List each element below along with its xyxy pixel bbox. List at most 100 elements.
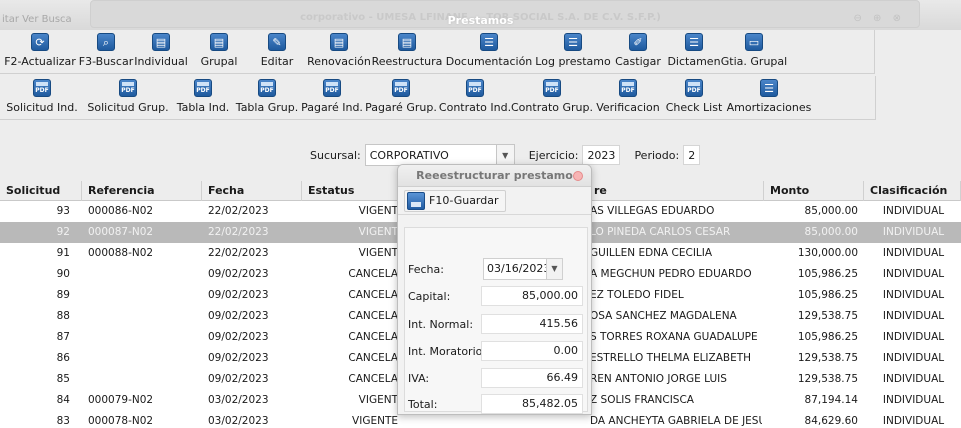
- col-estatus[interactable]: Estatus: [302, 181, 398, 201]
- col-monto[interactable]: Monto: [764, 181, 864, 201]
- int-normal-field[interactable]: 415.56: [481, 314, 583, 334]
- document-icon: ▤: [398, 33, 416, 51]
- cell-estatus: VIGENT: [358, 394, 398, 406]
- cell-referencia: 000078-N02: [88, 415, 154, 427]
- cell-estatus: CANCELA: [348, 268, 398, 280]
- cell-referencia: [88, 327, 198, 348]
- cell-fecha: 09/02/2023: [208, 310, 269, 322]
- toolbar-button-dictamen[interactable]: ☰ Dictamen: [666, 30, 722, 74]
- toolbar-button-individual[interactable]: ▤ Individual: [132, 30, 190, 74]
- cell-monto: 85,000.00: [804, 226, 858, 238]
- cell-solicitud: 86: [56, 352, 70, 364]
- chevron-down-icon[interactable]: ▼: [546, 259, 562, 279]
- cell-estatus: CANCELA: [348, 331, 398, 343]
- total-field[interactable]: 85,482.05: [481, 394, 583, 414]
- fecha-value: 03/16/2023: [487, 262, 551, 275]
- cell-nombre: S TORRES ROXANA GUADALUPE: [590, 331, 758, 343]
- list-icon: ☰: [564, 33, 582, 51]
- toolbar-button-verificacion[interactable]: PDF Verificacion: [592, 76, 664, 120]
- cell-estatus: CANCELA: [348, 289, 398, 301]
- toolbar-button-solicitud-grup[interactable]: PDF Solicitud Grup.: [84, 76, 172, 120]
- sucursal-value: CORPORATIVO: [369, 148, 449, 162]
- cell-monto: 129,538.75: [797, 310, 858, 322]
- form-row-int-normal: Int. Normal: 415.56: [405, 313, 587, 335]
- toolbar-button-log-prestamo[interactable]: ☰ Log prestamo: [535, 30, 611, 74]
- int-moratorio-field[interactable]: 0.00: [481, 341, 583, 361]
- cell-referencia: 000087-N02: [88, 226, 154, 238]
- cell-fecha: 22/02/2023: [208, 247, 269, 259]
- cell-fecha: 09/02/2023: [208, 373, 269, 385]
- toolbar-button-label: Pagaré Grup.: [365, 101, 437, 114]
- cell-referencia: 000088-N02: [88, 247, 154, 259]
- pdf-icon: PDF: [194, 79, 212, 97]
- int-moratorio-label: Int. Moratorio:: [408, 344, 487, 358]
- window-controls[interactable]: ⊖ ⊕ ⊗: [854, 13, 906, 24]
- ejercicio-label: Ejercicio:: [528, 148, 579, 162]
- cell-nombre: REN ANTONIO JORGE LUIS: [590, 373, 727, 385]
- toolbar-button-castigar[interactable]: ✐ Castigar: [610, 30, 666, 74]
- pdf-icon: PDF: [466, 79, 484, 97]
- toolbar-button-renovación[interactable]: ▤ Renovación: [306, 30, 372, 74]
- toolbar-button-tabla-ind[interactable]: PDF Tabla Ind.: [172, 76, 234, 120]
- cell-monto: 85,000.00: [804, 205, 858, 217]
- iva-label: IVA:: [408, 371, 430, 385]
- list-icon: ☰: [480, 33, 498, 51]
- form-row-total: Total: 85,482.05: [405, 393, 587, 414]
- cell-solicitud: 91: [56, 247, 70, 259]
- form-row-iva: IVA: 66.49: [405, 367, 587, 389]
- toolbar-button-label: Contrato Grup.: [511, 101, 593, 114]
- toolbar-button-pagaré-grup[interactable]: PDF Pagaré Grup.: [364, 76, 438, 120]
- toolbar-button-contrato-ind[interactable]: PDF Contrato Ind.: [438, 76, 512, 120]
- ejercicio-field[interactable]: 2023: [582, 145, 621, 165]
- toolbar-button-check-list[interactable]: PDF Check List: [664, 76, 724, 120]
- iva-field[interactable]: 66.49: [481, 368, 583, 388]
- col-clasificacion[interactable]: Clasificación: [864, 181, 961, 201]
- toolbar-button-amortizaciones[interactable]: ☰ Amortizaciones: [724, 76, 814, 120]
- toolbar-button-solicitud-ind[interactable]: PDF Solicitud Ind.: [0, 76, 84, 120]
- col-solicitud[interactable]: Solicitud: [0, 181, 82, 201]
- toolbar-button-label: Solicitud Grup.: [87, 101, 169, 114]
- toolbar-button-documentación[interactable]: ☰ Documentación: [442, 30, 536, 74]
- toolbar-button-label: Renovación: [307, 55, 371, 68]
- cell-referencia: [88, 306, 198, 327]
- cell-fecha: 03/02/2023: [208, 415, 269, 427]
- toolbar-button-editar[interactable]: ✎ Editar: [248, 30, 306, 74]
- list-icon: ☰: [685, 33, 703, 51]
- periodo-field[interactable]: 2: [683, 145, 701, 165]
- toolbar-button-tabla-grup[interactable]: PDF Tabla Grup.: [234, 76, 300, 120]
- cell-clasificacion: INDIVIDUAL: [882, 415, 945, 427]
- save-button[interactable]: F10-Guardar: [404, 189, 506, 212]
- cell-solicitud: 92: [56, 226, 70, 238]
- toolbar-button-label: Solicitud Ind.: [6, 101, 78, 114]
- sucursal-select[interactable]: CORPORATIVO ▼: [364, 144, 515, 166]
- toolbar-button-f2-actualizar[interactable]: ⟳ F2-Actualizar: [0, 30, 80, 74]
- chevron-down-icon[interactable]: ▼: [495, 145, 514, 165]
- dialog-title: Reeestructurar prestamo: [398, 165, 591, 187]
- toolbar-button-pagaré-ind[interactable]: PDF Pagaré Ind.: [300, 76, 364, 120]
- cell-solicitud: 93: [56, 205, 70, 217]
- toolbar-button-label: Castigar: [615, 55, 661, 68]
- col-fecha[interactable]: Fecha: [202, 181, 302, 201]
- toolbar-button-reestructura[interactable]: ▤ Reestructura: [372, 30, 442, 74]
- cell-estatus: CANCELA: [348, 352, 398, 364]
- list-icon: ☰: [760, 79, 778, 97]
- cell-monto: 130,000.00: [797, 247, 858, 259]
- cell-nombre: Z SOLIS FRANCISCA: [590, 394, 694, 406]
- cell-monto: 105,986.25: [797, 289, 858, 301]
- fecha-label: Fecha:: [408, 262, 444, 276]
- close-icon[interactable]: [573, 171, 583, 181]
- pdf-icon: PDF: [119, 79, 137, 97]
- toolbar-button-f3-buscar[interactable]: ⌕ F3-Buscar: [79, 30, 133, 74]
- toolbar-button-contrato-grup[interactable]: PDF Contrato Grup.: [511, 76, 593, 120]
- sucursal-label: Sucursal:: [310, 148, 361, 162]
- col-referencia[interactable]: Referencia: [82, 181, 202, 201]
- cell-clasificacion: INDIVIDUAL: [882, 331, 945, 343]
- dialog-form: Fecha: 03/16/2023 ▼ Capital: 85,000.00 I…: [404, 227, 588, 414]
- toolbar-button-grupal[interactable]: ▤ Grupal: [190, 30, 248, 74]
- capital-field[interactable]: 85,000.00: [481, 286, 583, 306]
- main-toolbar: ⟳ F2-Actualizar ⌕ F3-Buscar ▤ Individual ▤ Grup…: [0, 30, 875, 74]
- toolbar-button-label: Reestructura: [371, 55, 443, 68]
- fecha-date-picker[interactable]: 03/16/2023 ▼: [483, 258, 563, 280]
- toolbar-button-gtia-grupal[interactable]: ▭ Gtia. Grupal: [721, 30, 787, 74]
- cell-referencia: [88, 369, 198, 390]
